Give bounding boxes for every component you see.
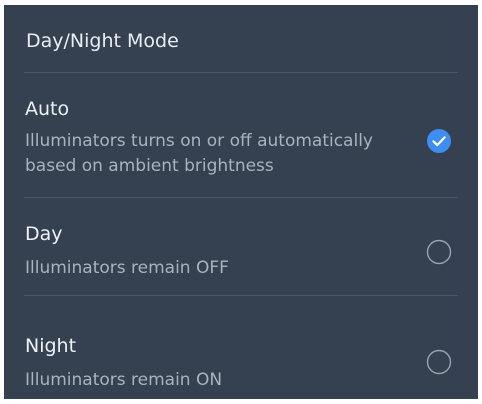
option-night-description: Illuminators remain ON	[25, 370, 223, 390]
option-day[interactable]: Day Illuminators remain OFF	[4, 198, 478, 295]
option-auto-description: Illuminators turns on or off automatical…	[25, 131, 373, 176]
check-circle-icon[interactable]	[426, 128, 452, 154]
radio-empty-icon[interactable]	[426, 239, 452, 265]
option-night[interactable]: Night Illuminators remain ON	[4, 296, 478, 399]
option-day-label: Day	[25, 223, 63, 245]
option-auto[interactable]: Auto Illuminators turns on or off automa…	[4, 73, 478, 197]
option-day-description: Illuminators remain OFF	[25, 258, 229, 278]
option-night-label: Night	[25, 335, 77, 357]
option-auto-label: Auto	[25, 98, 70, 120]
dialog-title: Day/Night Mode	[26, 30, 179, 52]
day-night-mode-dialog: Day/Night Mode Auto Illuminators turns o…	[4, 5, 478, 399]
radio-empty-icon[interactable]	[426, 349, 452, 375]
